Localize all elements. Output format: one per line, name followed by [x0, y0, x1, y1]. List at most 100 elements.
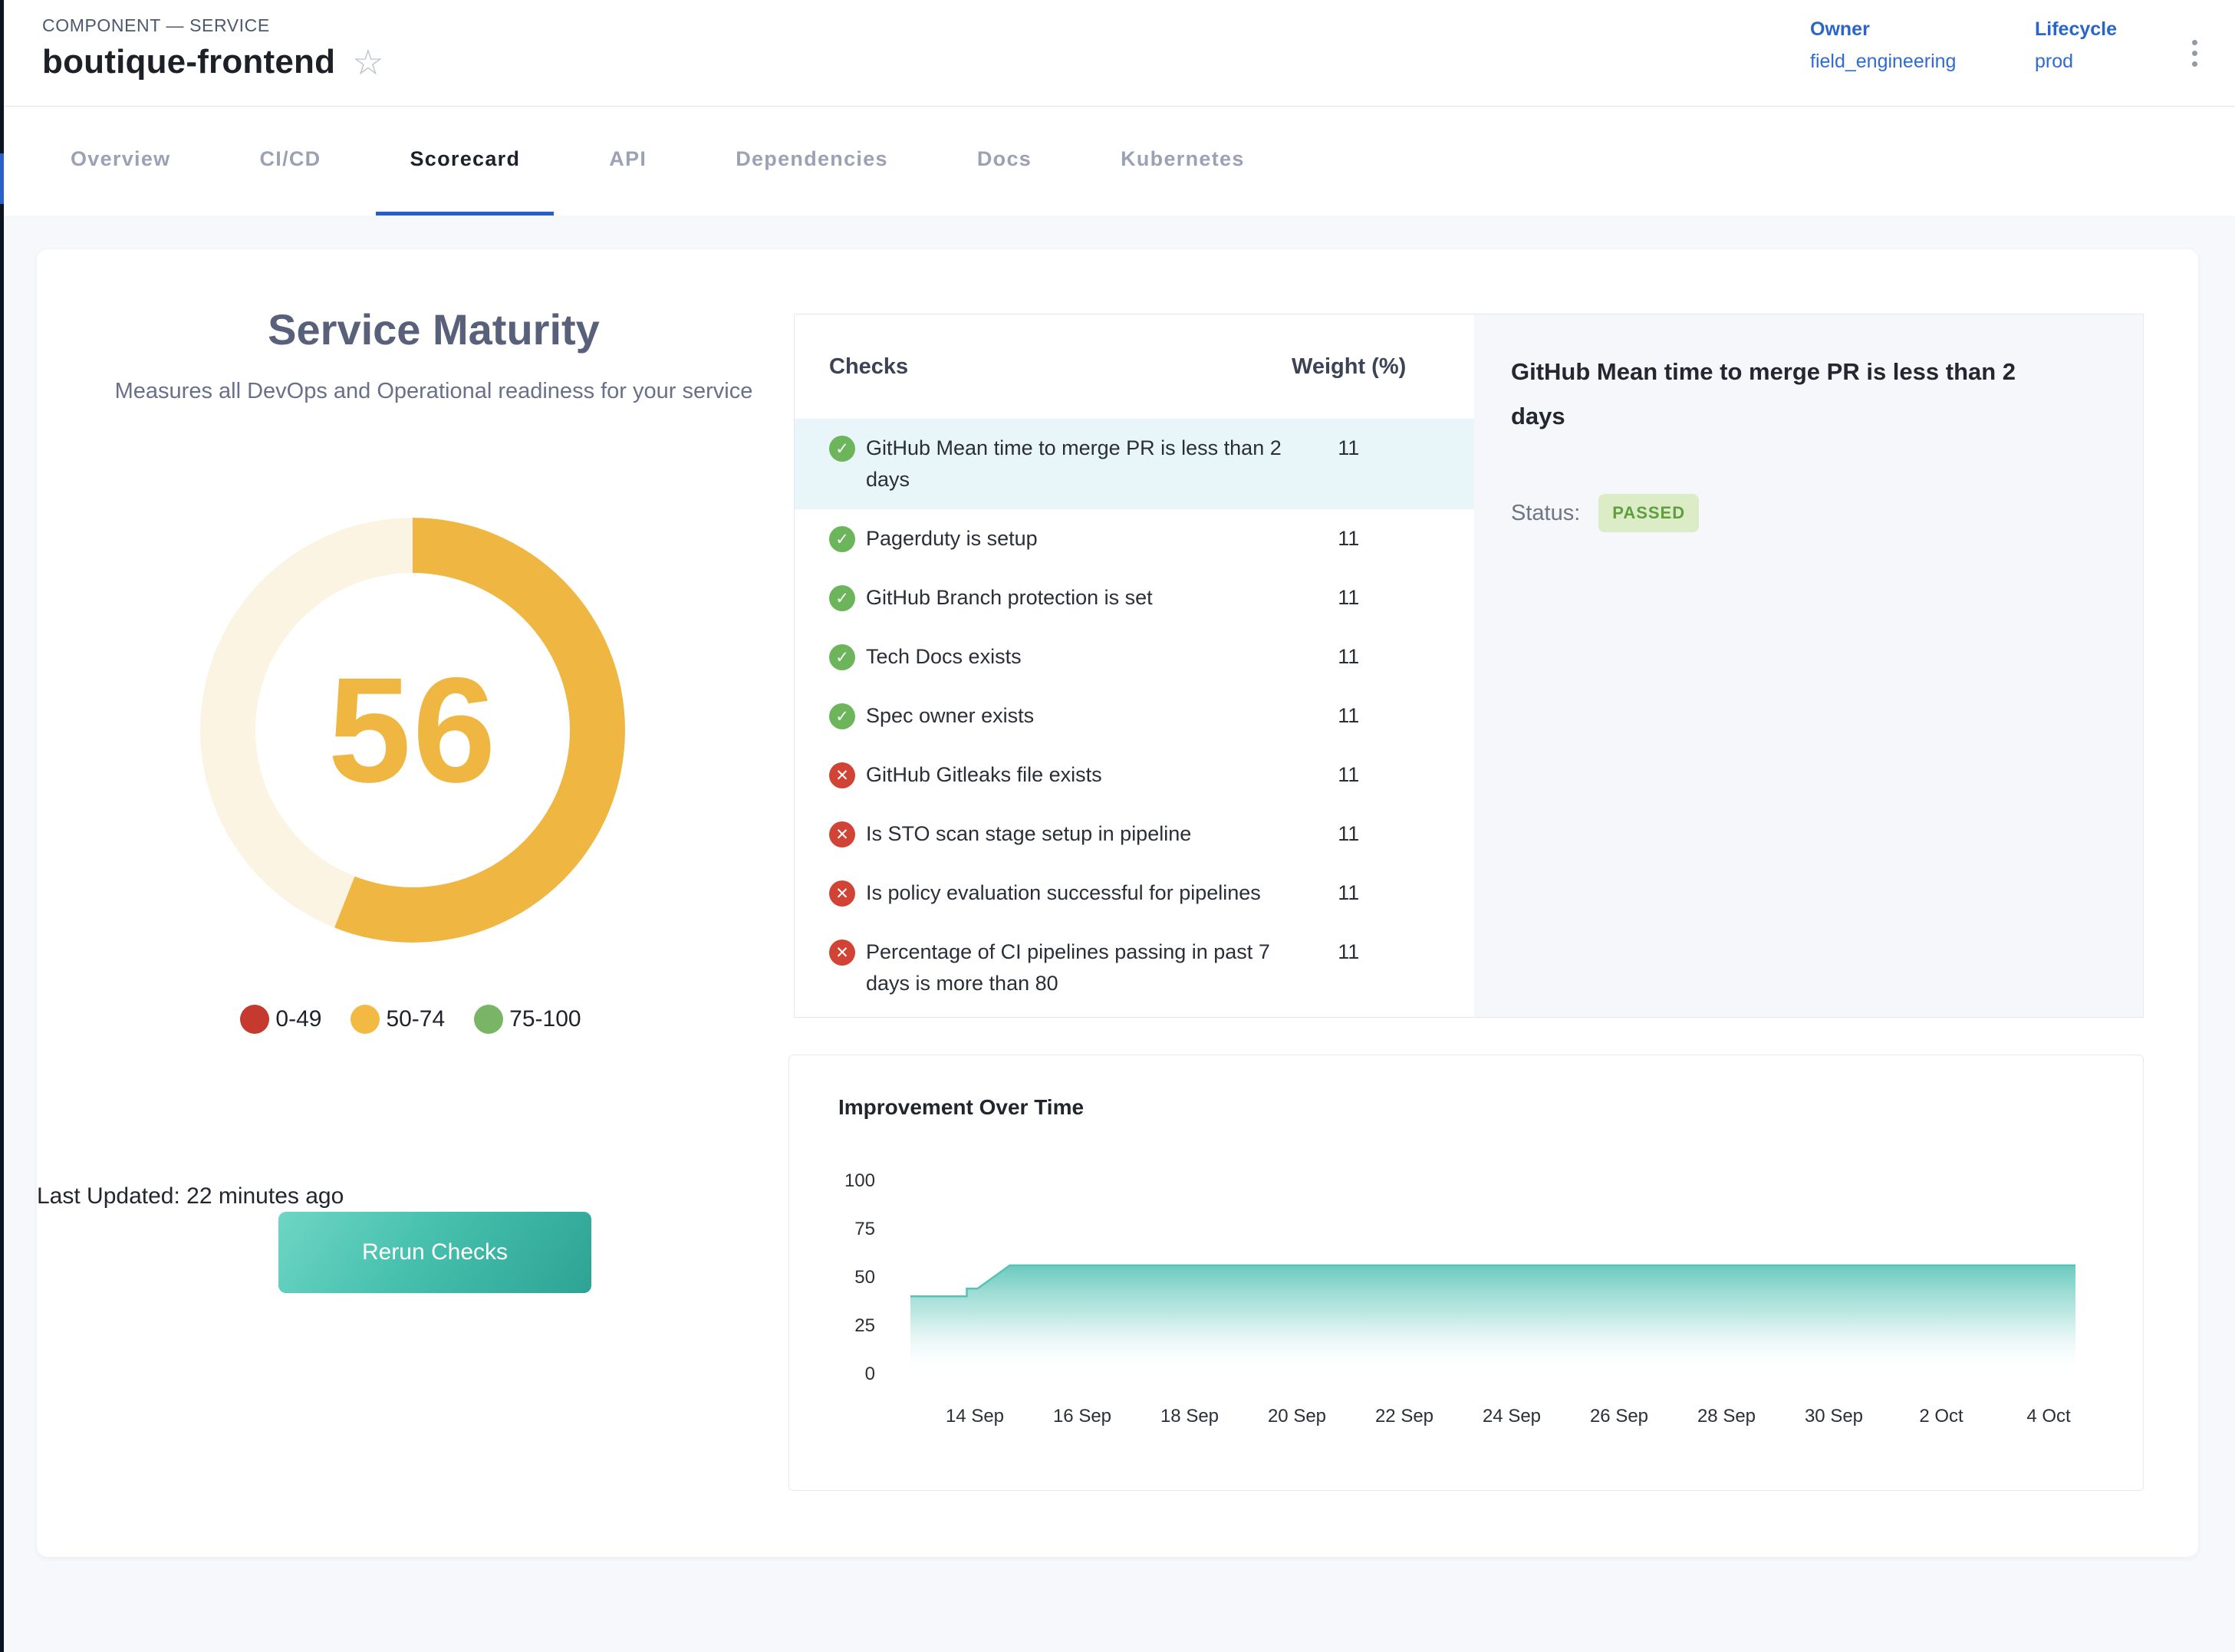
x-axis-tick-label: 16 Sep	[1053, 1406, 1111, 1427]
x-circle-icon: ✕	[829, 880, 855, 907]
check-circle-icon: ✓	[829, 703, 855, 729]
check-label: Is STO scan stage setup in pipeline	[866, 818, 1292, 850]
legend-item-low: 0-49	[240, 1005, 321, 1034]
check-circle-icon: ✓	[829, 436, 855, 462]
x-axis-tick-label: 22 Sep	[1375, 1406, 1433, 1427]
status-badge: PASSED	[1598, 494, 1699, 532]
maturity-summary: Service Maturity Measures all DevOps and…	[60, 249, 808, 409]
tab-kubernetes[interactable]: Kubernetes	[1087, 107, 1279, 216]
owner-block: Owner field_engineering	[1810, 18, 1956, 73]
checks-container: Checks Weight (%) ✓ GitHub Mean time to …	[794, 314, 2144, 1018]
tab-bar: Overview CI/CD Scorecard API Dependencie…	[0, 107, 2235, 216]
checks-list: Checks Weight (%) ✓ GitHub Mean time to …	[795, 314, 1474, 1017]
tab-docs[interactable]: Docs	[943, 107, 1065, 216]
breadcrumb: COMPONENT — SERVICE	[42, 15, 270, 36]
check-weight: 11	[1292, 582, 1474, 614]
check-label: GitHub Gitleaks file exists	[866, 759, 1292, 791]
checks-list-header: Checks Weight (%)	[795, 314, 1474, 419]
legend-item-mid: 50-74	[351, 1005, 445, 1034]
score-legend: 0-49 50-74 75-100	[37, 1005, 785, 1034]
y-axis-tick-label: 0	[865, 1364, 875, 1384]
lifecycle-label: Lifecycle	[2035, 18, 2117, 41]
last-updated-text: Last Updated: 22 minutes ago	[37, 1183, 785, 1209]
tab-scorecard[interactable]: Scorecard	[376, 107, 554, 216]
rerun-checks-button[interactable]: Rerun Checks	[278, 1212, 591, 1293]
favorite-star-icon[interactable]: ☆	[352, 44, 383, 80]
scorecard-panel: Service Maturity Measures all DevOps and…	[37, 249, 2198, 1557]
x-axis-tick-label: 26 Sep	[1590, 1406, 1648, 1427]
x-axis-tick-label: 14 Sep	[946, 1406, 1004, 1427]
check-label: GitHub Branch protection is set	[866, 582, 1292, 614]
tab-overview[interactable]: Overview	[37, 107, 204, 216]
lifecycle-value: prod	[2035, 51, 2117, 73]
check-weight: 11	[1292, 936, 1474, 968]
check-row[interactable]: ✕ Is policy evaluation successful for pi…	[795, 864, 1474, 923]
check-circle-icon: ✓	[829, 526, 855, 552]
area-fill	[910, 1265, 2075, 1374]
check-label: Spec owner exists	[866, 700, 1292, 732]
legend-dot-green	[474, 1005, 503, 1034]
legend-label: 50-74	[386, 1006, 445, 1032]
page-header: COMPONENT — SERVICE boutique-frontend ☆ …	[0, 0, 2235, 107]
check-weight: 11	[1292, 641, 1474, 673]
y-axis-tick-label: 75	[854, 1219, 875, 1239]
check-circle-icon: ✓	[829, 644, 855, 670]
check-detail-panel: GitHub Mean time to merge PR is less tha…	[1474, 314, 2143, 1017]
x-axis-tick-label: 4 Oct	[2026, 1406, 2071, 1427]
legend-label: 75-100	[509, 1006, 581, 1032]
page-title: boutique-frontend	[42, 43, 335, 81]
check-label: Is policy evaluation successful for pipe…	[866, 877, 1292, 909]
tab-cicd[interactable]: CI/CD	[225, 107, 354, 216]
kebab-menu-icon[interactable]	[2185, 40, 2204, 67]
nav-active-indicator	[0, 153, 4, 204]
y-axis-tick-label: 100	[844, 1170, 875, 1191]
legend-dot-amber	[351, 1005, 380, 1034]
lifecycle-block: Lifecycle prod	[2035, 18, 2117, 73]
x-axis-tick-label: 24 Sep	[1483, 1406, 1541, 1427]
score-value: 56	[328, 644, 498, 816]
check-row[interactable]: ✓ GitHub Mean time to merge PR is less t…	[795, 419, 1474, 509]
check-row[interactable]: ✓ GitHub Branch protection is set 11	[795, 568, 1474, 627]
check-label: Percentage of CI pipelines passing in pa…	[866, 936, 1292, 999]
check-weight: 11	[1292, 523, 1474, 555]
check-weight: 11	[1292, 759, 1474, 791]
owner-label: Owner	[1810, 18, 1956, 41]
check-detail-title: GitHub Mean time to merge PR is less tha…	[1511, 350, 2033, 439]
improvement-area-chart: 100 75 50 25 0 14 Sep 16 Sep 18 Sep 20 Sep 22 Sep…	[789, 1055, 2143, 1490]
check-row[interactable]: ✕ Is STO scan stage setup in pipeline 11	[795, 805, 1474, 864]
x-axis-tick-label: 2 Oct	[1919, 1406, 1963, 1427]
check-weight: 11	[1292, 433, 1474, 464]
y-axis-tick-label: 50	[854, 1267, 875, 1288]
legend-dot-red	[240, 1005, 269, 1034]
status-label: Status:	[1511, 501, 1580, 526]
x-circle-icon: ✕	[829, 940, 855, 966]
checks-column-header: Checks	[829, 354, 908, 380]
check-row[interactable]: ✓ Tech Docs exists 11	[795, 627, 1474, 686]
check-weight: 11	[1292, 877, 1474, 909]
check-label: Pagerduty is setup	[866, 523, 1292, 555]
x-axis-tick-label: 30 Sep	[1805, 1406, 1863, 1427]
check-row[interactable]: ✓ Pagerduty is setup 11	[795, 509, 1474, 568]
check-label: GitHub Mean time to merge PR is less tha…	[866, 433, 1292, 495]
x-axis-tick-label: 20 Sep	[1268, 1406, 1326, 1427]
y-axis-tick-label: 25	[854, 1315, 875, 1336]
legend-label: 0-49	[275, 1006, 321, 1032]
check-row[interactable]: ✓ Spec owner exists 11	[795, 686, 1474, 745]
check-row[interactable]: ✕ Percentage of CI pipelines passing in …	[795, 923, 1474, 1013]
scorecard-title: Service Maturity	[60, 304, 808, 354]
x-circle-icon: ✕	[829, 762, 855, 788]
tab-api[interactable]: API	[575, 107, 680, 216]
check-label: Tech Docs exists	[866, 641, 1292, 673]
legend-item-high: 75-100	[474, 1005, 581, 1034]
x-axis-tick-label: 18 Sep	[1160, 1406, 1219, 1427]
x-circle-icon: ✕	[829, 821, 855, 847]
check-weight: 11	[1292, 818, 1474, 850]
check-row[interactable]: ✕ GitHub Gitleaks file exists 11	[795, 745, 1474, 805]
score-donut-chart: 56	[200, 518, 625, 943]
collapsed-nav-strip	[0, 0, 4, 1652]
improvement-chart-card: Improvement Over Time 100755025014 Sep16…	[788, 1055, 2144, 1491]
owner-value-link[interactable]: field_engineering	[1810, 51, 1956, 73]
check-circle-icon: ✓	[829, 585, 855, 611]
check-weight: 11	[1292, 700, 1474, 732]
tab-dependencies[interactable]: Dependencies	[702, 107, 922, 216]
